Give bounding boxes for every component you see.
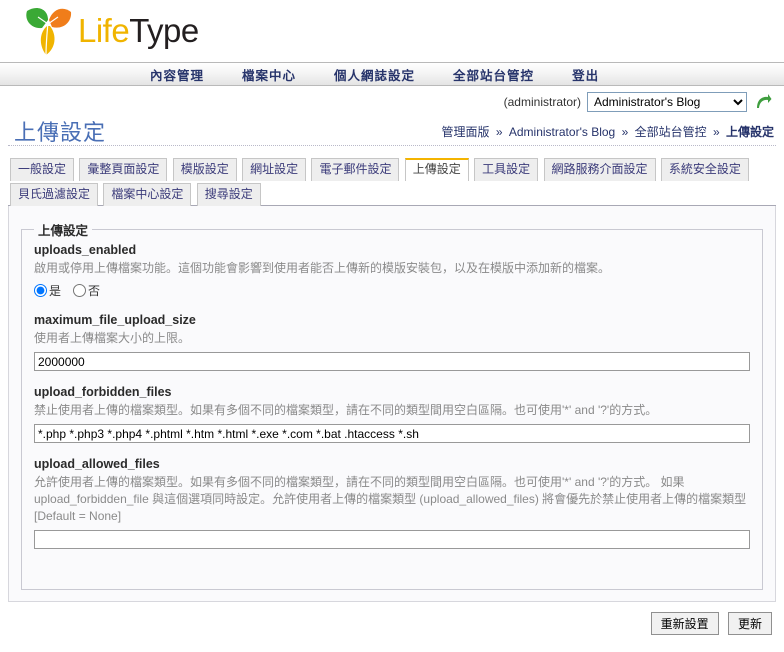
field-description-uploads-enabled: 啟用或停用上傳檔案功能。這個功能會影響到使用者能否上傳新的模版安裝包，以及在模版… [34, 261, 611, 275]
tab-file-center-settings[interactable]: 檔案中心設定 [103, 183, 192, 206]
radio-group-uploads-enabled: 是 否 [34, 282, 750, 299]
nav-item-logout[interactable]: 登出 [572, 65, 599, 84]
tab-tool-settings[interactable]: 工具設定 [474, 158, 539, 181]
field-label-maximum-file-upload-size: maximum_file_upload_size [34, 313, 196, 327]
settings-panel: 上傳設定 uploads_enabled 啟用或停用上傳檔案功能。這個功能會影響… [8, 206, 776, 602]
breadcrumb-item-site-admin[interactable]: 全部站台管控 [635, 125, 707, 139]
breadcrumb-item-current: 上傳設定 [725, 125, 774, 139]
tab-upload-settings[interactable]: 上傳設定 [404, 158, 469, 181]
update-button[interactable]: 更新 [727, 612, 772, 635]
breadcrumb-item-admin-panel[interactable]: 管理面版 [441, 125, 489, 139]
blog-select[interactable]: Administrator's Blog [587, 92, 747, 112]
breadcrumb-item-blog[interactable]: Administrator's Blog [509, 125, 615, 139]
tab-archive-page-settings[interactable]: 彙整頁面設定 [79, 158, 168, 181]
curved-arrow-icon[interactable] [754, 93, 772, 111]
tab-web-service-settings[interactable]: 網路服務介面設定 [543, 158, 656, 181]
radio-label-yes: 是 [49, 284, 62, 298]
logo-text-life: Life [78, 12, 130, 49]
field-uploads-enabled: uploads_enabled 啟用或停用上傳檔案功能。這個功能會影響到使用者能… [34, 243, 750, 299]
tab-security-settings[interactable]: 系統安全設定 [660, 158, 749, 181]
reset-button[interactable]: 重新設置 [650, 612, 719, 635]
leaf-logo-icon [26, 8, 72, 56]
current-user-label: (administrator) [503, 95, 581, 109]
blog-selector-bar: (administrator) Administrator's Blog [0, 86, 784, 114]
nav-item-file-center[interactable]: 檔案中心 [242, 65, 296, 84]
logo[interactable]: LifeType [22, 4, 199, 58]
upload-settings-fieldset: 上傳設定 uploads_enabled 啟用或停用上傳檔案功能。這個功能會影響… [21, 220, 763, 590]
field-description-upload-forbidden-files: 禁止使用者上傳的檔案類型。如果有多個不同的檔案類型，請在不同的類型間用空白區隔。… [34, 403, 658, 417]
settings-tabs: 一般設定 彙整頁面設定 模版設定 網址設定 電子郵件設定 上傳設定 工具設定 網… [8, 155, 776, 206]
field-label-uploads-enabled: uploads_enabled [34, 243, 137, 257]
nav-item-content-management[interactable]: 內容管理 [150, 65, 204, 84]
field-maximum-file-upload-size: maximum_file_upload_size 使用者上傳檔案大小的上限。 [34, 313, 750, 371]
field-label-upload-forbidden-files: upload_forbidden_files [34, 385, 172, 399]
logo-text-type: Type [129, 12, 199, 49]
radio-option-yes[interactable]: 是 [34, 282, 61, 299]
form-actions: 重新設置 更新 [0, 612, 772, 635]
field-upload-allowed-files: upload_allowed_files 允許使用者上傳的檔案類型。如果有多個不… [34, 457, 750, 549]
main-navigation: 內容管理 檔案中心 個人網誌設定 全部站台管控 登出 [0, 62, 784, 86]
breadcrumb-separator: » [712, 125, 720, 139]
title-row: 上傳設定 管理面版 » Administrator's Blog » 全部站台管… [8, 114, 776, 146]
field-upload-forbidden-files: upload_forbidden_files 禁止使用者上傳的檔案類型。如果有多… [34, 385, 750, 443]
radio-option-no[interactable]: 否 [73, 282, 100, 299]
tab-general-settings[interactable]: 一般設定 [10, 158, 75, 181]
input-upload-forbidden-files[interactable] [34, 424, 750, 443]
radio-input-no[interactable] [73, 284, 87, 297]
nav-item-blog-settings[interactable]: 個人網誌設定 [334, 65, 415, 84]
page-title: 上傳設定 [14, 120, 107, 145]
radio-input-yes[interactable] [34, 284, 47, 297]
tab-email-settings[interactable]: 電子郵件設定 [311, 158, 400, 181]
tab-url-settings[interactable]: 網址設定 [242, 158, 307, 181]
breadcrumb: 管理面版 » Administrator's Blog » 全部站台管控 » 上… [441, 123, 774, 140]
field-label-upload-allowed-files: upload_allowed_files [34, 457, 160, 471]
nav-item-site-admin[interactable]: 全部站台管控 [453, 65, 534, 84]
field-description-maximum-file-upload-size: 使用者上傳檔案大小的上限。 [34, 331, 191, 345]
input-upload-allowed-files[interactable] [34, 530, 750, 549]
fieldset-legend: 上傳設定 [38, 224, 89, 238]
logo-text: LifeType [78, 12, 199, 50]
breadcrumb-separator: » [621, 125, 629, 139]
radio-label-no: 否 [88, 284, 101, 298]
site-header: LifeType [0, 0, 784, 62]
tab-bayesian-filter-settings[interactable]: 貝氏過濾設定 [10, 183, 99, 206]
tab-search-settings[interactable]: 搜尋設定 [196, 183, 261, 206]
tab-template-settings[interactable]: 模版設定 [172, 158, 237, 181]
field-description-upload-allowed-files: 允許使用者上傳的檔案類型。如果有多個不同的檔案類型，請在不同的類型間用空白區隔。… [34, 475, 747, 523]
input-maximum-file-upload-size[interactable] [34, 352, 750, 371]
breadcrumb-separator: » [495, 125, 503, 139]
